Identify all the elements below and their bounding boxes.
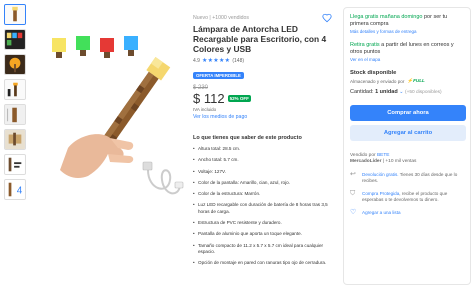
- quantity-available: (+50 disponibles): [404, 90, 442, 95]
- review-count: (148): [232, 57, 245, 64]
- feature-item: Ancho total: 5.7 cm.: [193, 157, 333, 164]
- rating-row[interactable]: 4.9 ★★★★★ (148): [193, 57, 333, 65]
- feature-item: Color de la estructura: Marrón.: [193, 191, 333, 198]
- feature-item: Altura total: 28.5 cm.: [193, 146, 333, 153]
- price-row: $ 112 52% OFF: [193, 91, 333, 106]
- seller-sales: | +10 mil ventas: [381, 159, 417, 164]
- tax-note: IVA incluido: [193, 107, 217, 112]
- protected-purchase-link[interactable]: Compra Protegida: [362, 191, 399, 196]
- shipping-free-text: Llega gratis mañana domingo: [350, 14, 423, 20]
- stock-title: Stock disponible: [350, 70, 397, 76]
- feature-item: Luz LED recargable con duración de bater…: [193, 202, 333, 215]
- add-to-list-row[interactable]: ♡ Agregar a una lista: [350, 209, 464, 216]
- feature-item: Voltaje: 127V.: [193, 169, 333, 176]
- quantity-value: 1 unidad: [375, 89, 398, 95]
- discount-badge: 52% OFF: [227, 95, 251, 102]
- rating-value: 4.9: [193, 57, 200, 64]
- product-features: Lo que tienes que saber de este producto…: [193, 135, 333, 272]
- thumbnail[interactable]: [4, 129, 26, 150]
- current-price: $ 112: [193, 91, 225, 106]
- thumbnail[interactable]: [4, 104, 26, 125]
- buy-now-button[interactable]: Comprar ahora: [350, 105, 466, 121]
- fulfillment-info: Almacenado y enviado por ⚡FULL: [350, 78, 464, 84]
- add-to-list-link[interactable]: Agregar a una lista: [362, 210, 401, 216]
- thumbnail-strip: 4: [4, 4, 26, 204]
- thumbnail[interactable]: [4, 154, 26, 175]
- feature-item: Tamaño compacto de 11.2 x 5.7 x 5.7 cm i…: [193, 243, 333, 256]
- thumbnail[interactable]: [4, 4, 26, 25]
- full-badge: ⚡FULL: [407, 78, 425, 83]
- shipping-info: Llega gratis mañana domingo por ser tu p…: [350, 14, 464, 28]
- stored-text: Almacenado y enviado por: [350, 78, 405, 84]
- free-return-row: ↩ Devolución gratis. Tienes 30 días desd…: [350, 171, 464, 184]
- color-variants-illustration: [52, 36, 138, 58]
- sold-by-label: Vendido por: [350, 153, 376, 158]
- deal-badge: OFERTA IMPERDIBLE: [193, 72, 244, 79]
- thumbnail[interactable]: [4, 54, 26, 75]
- quantity-label: Cantidad:: [350, 89, 374, 95]
- delivery-details-link[interactable]: Más detalles y formas de entrega: [350, 29, 464, 34]
- quantity-selector[interactable]: Cantidad: 1 unidad ⌄ (+50 disponibles): [350, 89, 464, 95]
- seller-level: MercadoLíder: [350, 159, 382, 164]
- protected-purchase-row: ⛉ Compra Protegida, recibe el producto q…: [350, 190, 464, 203]
- seller-info: Vendido por BETE MercadoLíder | +10 mil …: [350, 153, 464, 165]
- heart-outline-icon: ♡: [350, 209, 357, 216]
- product-main-image[interactable]: [38, 30, 188, 210]
- feature-item: Estructura de PVC resistente y duradero.: [193, 220, 333, 227]
- thumbnail[interactable]: [4, 29, 26, 50]
- features-title: Lo que tienes que saber de este producto: [193, 135, 302, 141]
- star-rating-icon: ★★★★★: [201, 58, 231, 64]
- seller-name-link[interactable]: BETE: [377, 153, 390, 158]
- feature-item: Pantalla de aluminio que aporta un toque…: [193, 231, 333, 238]
- map-link[interactable]: Ver en el mapa: [350, 57, 464, 62]
- heart-icon[interactable]: [322, 13, 332, 23]
- condition-and-sold: Nuevo | +1000 vendidos: [193, 15, 250, 21]
- chevron-down-icon: ⌄: [399, 89, 404, 95]
- payment-methods-link[interactable]: Ver los medios de pago: [193, 114, 333, 120]
- thumbnail[interactable]: [4, 79, 26, 100]
- thumbnail[interactable]: 4: [4, 179, 26, 200]
- product-info: Nuevo | +1000 vendidos Lámpara de Antorc…: [193, 15, 333, 120]
- free-return-link[interactable]: Devolución gratis.: [362, 172, 399, 177]
- buy-box: Llega gratis mañana domingo por ser tu p…: [343, 7, 471, 285]
- shield-icon: ⛉: [350, 190, 356, 197]
- product-title: Lámpara de Antorcha LED Recargable para …: [193, 24, 327, 54]
- pickup-info: Retira gratis a partir del lunes en corr…: [350, 42, 464, 56]
- feature-item: Opción de montaje en pared con ranuras t…: [193, 260, 333, 267]
- pickup-free-text: Retira gratis: [350, 42, 380, 48]
- features-list: Altura total: 28.5 cm. Ancho total: 5.7 …: [193, 146, 333, 267]
- svg-text:4: 4: [17, 186, 23, 197]
- feature-item: Color de la pantalla: Amarillo, cian, az…: [193, 180, 333, 187]
- add-to-cart-button[interactable]: Agregar al carrito: [350, 125, 466, 141]
- return-icon: ↩: [350, 171, 356, 178]
